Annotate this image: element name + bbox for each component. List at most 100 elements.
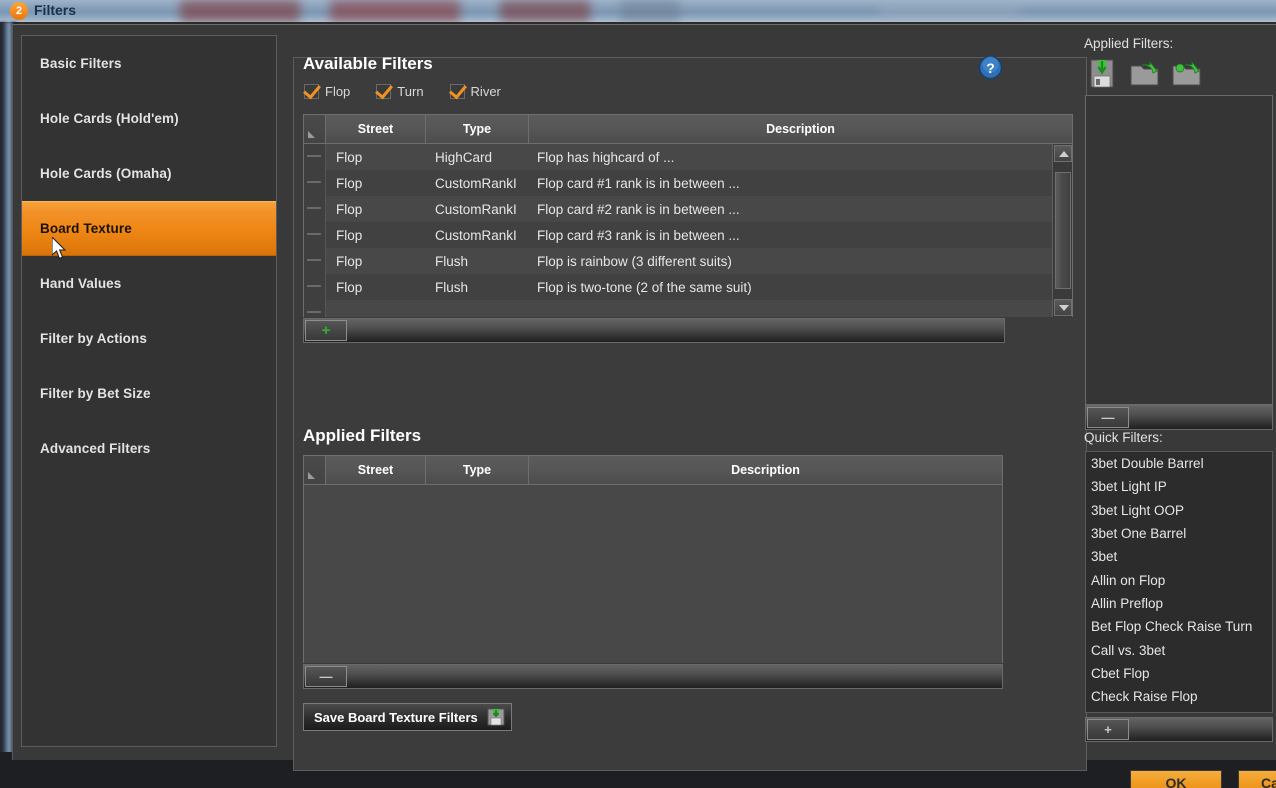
applied-filters-list[interactable] [1085, 95, 1273, 405]
quick-filters-horizontal-scrollbar[interactable]: + [1085, 717, 1273, 742]
sidebar-item-basic-filters[interactable]: Basic Filters [22, 36, 276, 91]
cell-type: CustomRankI [435, 201, 517, 217]
add-filter-button[interactable]: + [305, 320, 347, 341]
column-header-type[interactable]: Type [426, 456, 529, 484]
sidebar-item-advanced-filters[interactable]: Advanced Filters [22, 421, 276, 476]
available-grid-horizontal-scrollbar[interactable]: + [303, 318, 1005, 343]
applied-filters-title: Applied Filters [303, 426, 422, 445]
cell-street: Flop [336, 279, 363, 295]
table-row[interactable]: Flop Flush Flop is rainbow (3 different … [304, 248, 1072, 274]
list-item[interactable]: Allin on Flop [1086, 568, 1272, 591]
applied-grid-header: Street Type Description [304, 456, 1002, 485]
sidebar-item-label: Board Texture [40, 221, 132, 236]
applied-filters-toolbar [1086, 58, 1205, 90]
cell-description: Flop card #3 rank is in between ... [537, 227, 740, 243]
checkbox-flop[interactable]: Flop [304, 84, 350, 99]
svg-text:?: ? [986, 60, 995, 76]
row-gutter [304, 274, 326, 300]
right-panel: Applied Filters: — Quick Filters: 3bet D… [1082, 36, 1276, 760]
cell-type: Flush [435, 279, 469, 295]
help-circle-icon[interactable]: ? [978, 55, 1003, 80]
sidebar-item-hole-cards-omaha[interactable]: Hole Cards (Omaha) [22, 146, 276, 201]
sidebar-item-board-texture[interactable]: Board Texture [22, 201, 276, 256]
checkbox-turn-label: Turn [397, 84, 424, 99]
save-disk-icon [487, 708, 505, 726]
filter-category-sidebar: Basic Filters Hole Cards (Hold'em) Hole … [21, 35, 277, 747]
cell-description: Flop is two-tone (2 of the same suit) [537, 279, 752, 295]
available-grid-body: Flop HighCard Flop has highcard of ... F… [304, 144, 1072, 317]
remove-applied-filter-button[interactable]: — [1087, 407, 1129, 428]
list-item[interactable]: Call vs. 3bet [1086, 638, 1272, 661]
sidebar-item-label: Filter by Actions [40, 331, 147, 346]
quick-filters-label: Quick Filters: [1084, 430, 1163, 445]
triangle-down-icon [1059, 305, 1069, 311]
sidebar-item-filter-by-bet-size[interactable]: Filter by Bet Size [22, 366, 276, 421]
cell-description: Flop has highcard of ... [537, 149, 675, 165]
table-row[interactable]: Flop HighCard Flop has highcard of ... [304, 144, 1072, 170]
quick-filters-list[interactable]: 3bet Double Barrel 3bet Light IP 3bet Li… [1085, 451, 1273, 713]
cell-street: Flop [336, 253, 363, 269]
cell-description: Flop is rainbow (3 different suits) [537, 253, 732, 269]
list-item[interactable]: 3bet Double Barrel [1086, 452, 1272, 475]
ok-button[interactable]: OK [1130, 770, 1222, 788]
save-filters-icon[interactable] [1086, 58, 1121, 90]
table-row[interactable]: Flop CustomRankI Flop card #2 rank is in… [304, 196, 1072, 222]
column-header-street[interactable]: Street [326, 456, 426, 484]
available-grid-vertical-scrollbar[interactable] [1052, 144, 1072, 317]
cell-description: Flop card #2 rank is in between ... [537, 201, 740, 217]
available-grid-header: Street Type Description [304, 115, 1072, 144]
scrollbar-thumb[interactable] [1055, 172, 1071, 289]
screen: 2 Filters Basic Filters Hole Cards (Hold… [0, 0, 1276, 788]
cancel-button[interactable]: Cancel [1238, 770, 1276, 788]
list-item[interactable]: Check Raise Flop [1086, 685, 1272, 708]
checkbox-flop-label: Flop [325, 84, 351, 99]
scroll-down-button[interactable] [1054, 299, 1072, 316]
sidebar-item-label: Hole Cards (Hold'em) [40, 111, 179, 126]
list-item[interactable]: 3bet One Barrel [1086, 522, 1272, 545]
grid-select-all-corner[interactable] [304, 456, 326, 484]
column-header-description[interactable]: Description [529, 456, 1002, 484]
minus-icon: — [319, 669, 333, 684]
cell-description: Flop card #1 rank is in between ... [537, 175, 740, 191]
sidebar-item-filter-by-actions[interactable]: Filter by Actions [22, 311, 276, 366]
checkmark-icon [449, 84, 465, 99]
applied-grid-horizontal-scrollbar[interactable]: — [303, 664, 1003, 689]
table-row[interactable]: Flop Flush Flop is two-tone (2 of the sa… [304, 274, 1072, 300]
open-filters-icon[interactable] [1128, 58, 1163, 90]
list-item[interactable]: 3bet [1086, 545, 1272, 568]
column-header-street[interactable]: Street [326, 115, 426, 143]
cancel-button-label: Cancel [1261, 775, 1276, 788]
sidebar-item-label: Advanced Filters [40, 441, 151, 456]
list-item[interactable]: 3bet Light OOP [1086, 499, 1272, 522]
row-gutter [304, 170, 326, 196]
table-row[interactable]: Flop CustomRankI Flop card #1 rank is in… [304, 170, 1072, 196]
grid-select-all-corner[interactable] [304, 115, 326, 143]
row-gutter [304, 144, 326, 170]
checkbox-turn[interactable]: Turn [376, 84, 424, 99]
sidebar-item-label: Hand Values [40, 276, 122, 291]
available-filters-title: Available Filters [303, 54, 433, 73]
applied-filters-label: Applied Filters: [1084, 36, 1174, 51]
column-header-type[interactable]: Type [426, 115, 529, 143]
column-header-description[interactable]: Description [529, 115, 1072, 143]
add-quick-filter-button[interactable]: + [1087, 719, 1129, 740]
table-row[interactable] [304, 300, 1072, 317]
list-item[interactable]: Allin Preflop [1086, 592, 1272, 615]
list-item[interactable]: 3bet Light IP [1086, 475, 1272, 498]
sidebar-item-hand-values[interactable]: Hand Values [22, 256, 276, 311]
row-gutter [304, 222, 326, 248]
save-board-texture-filters-button[interactable]: Save Board Texture Filters [303, 703, 512, 731]
checkbox-river[interactable]: River [449, 84, 501, 99]
list-item[interactable]: Bet Flop Check Raise Turn [1086, 615, 1272, 638]
scroll-up-button[interactable] [1054, 145, 1072, 162]
remove-filter-button[interactable]: — [305, 666, 347, 687]
table-row[interactable]: Flop CustomRankI Flop card #3 rank is in… [304, 222, 1072, 248]
import-filters-icon[interactable] [1170, 58, 1205, 90]
list-item[interactable]: Cbet Flop [1086, 662, 1272, 685]
ok-button-label: OK [1165, 775, 1187, 788]
available-filters-grid: Street Type Description Flop HighCard Fl… [303, 114, 1073, 317]
sidebar-item-hole-cards-holdem[interactable]: Hole Cards (Hold'em) [22, 91, 276, 146]
sidebar-item-label: Basic Filters [40, 56, 122, 71]
applied-list-horizontal-scrollbar[interactable]: — [1085, 405, 1273, 430]
row-gutter [304, 248, 326, 274]
